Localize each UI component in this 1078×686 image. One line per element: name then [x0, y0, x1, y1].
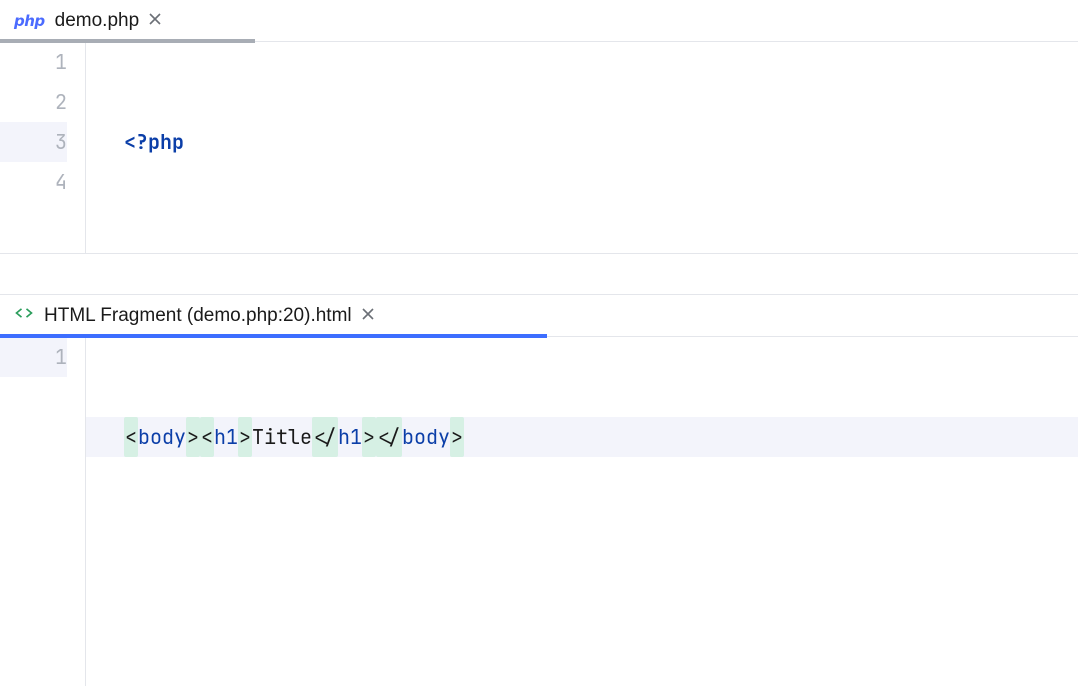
html-file-icon: [14, 303, 34, 328]
line-number: 1: [0, 42, 67, 82]
line-number: 1: [0, 337, 67, 377]
line-number: 2: [0, 82, 67, 122]
lower-tab-title[interactable]: HTML Fragment (demo.php:20).html: [44, 305, 352, 327]
php-open-tag: <?php: [124, 122, 184, 162]
angle-bracket: </: [312, 417, 338, 457]
code-line[interactable]: <?php: [124, 122, 1078, 162]
tag-h1: h1: [214, 417, 238, 457]
angle-bracket: >: [186, 417, 200, 457]
angle-bracket: <: [124, 417, 138, 457]
tag-h1-close: h1: [338, 417, 362, 457]
upper-editor[interactable]: 1 2 3 4 <?php $htmlPiece = '<body><h1>Ti…: [0, 42, 1078, 253]
lower-code-area[interactable]: <body><h1>Title</h1></body>: [85, 337, 1078, 686]
upper-tab-bar: php demo.php: [0, 0, 1078, 42]
text-title: Title: [252, 417, 312, 457]
tag-body-close: body: [402, 417, 450, 457]
lower-tab-underline: [0, 334, 547, 338]
angle-bracket: </: [376, 417, 402, 457]
line-number: 4: [0, 162, 67, 202]
angle-bracket: <: [200, 417, 214, 457]
close-icon[interactable]: [149, 12, 161, 30]
upper-tab-title[interactable]: demo.php: [55, 10, 140, 32]
code-line[interactable]: [124, 242, 1078, 253]
lower-editor[interactable]: 1 <body><h1>Title</h1></body>: [0, 337, 1078, 686]
angle-bracket: >: [238, 417, 252, 457]
lower-tab-bar: HTML Fragment (demo.php:20).html: [0, 295, 1078, 337]
close-icon[interactable]: [362, 307, 374, 325]
upper-code-area[interactable]: <?php $htmlPiece = '<body><h1>Title</h1>…: [85, 42, 1078, 253]
php-file-icon: php: [14, 12, 45, 30]
code-line[interactable]: <body><h1>Title</h1></body>: [86, 417, 1078, 457]
upper-gutter: 1 2 3 4: [0, 42, 85, 253]
pane-separator[interactable]: [0, 253, 1078, 295]
tag-body: body: [138, 417, 186, 457]
upper-tab-underline: [0, 39, 255, 43]
angle-bracket: >: [450, 417, 464, 457]
line-number: 3: [0, 122, 67, 162]
lower-gutter: 1: [0, 337, 85, 686]
angle-bracket: >: [362, 417, 376, 457]
